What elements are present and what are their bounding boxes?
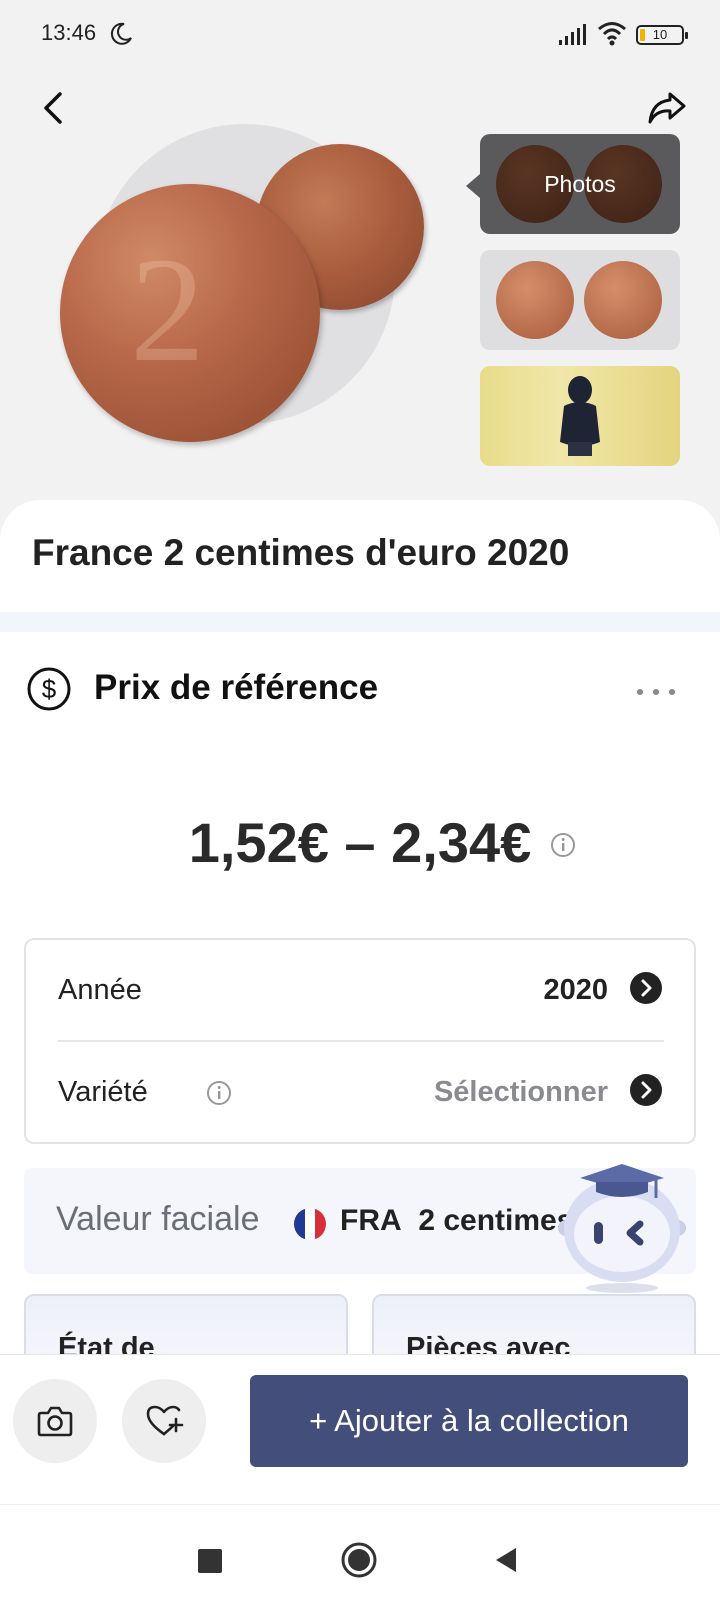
chevron-right-icon [630, 1074, 662, 1106]
status-bar: 13:46 10 [0, 0, 720, 70]
ai-assistant-mascot-icon[interactable] [556, 1158, 696, 1298]
bottom-action-bar: + Ajouter à la collection [0, 1354, 720, 1504]
face-value-label: Valeur faciale [56, 1200, 260, 1238]
system-nav-bar [0, 1504, 720, 1600]
section-divider [0, 612, 720, 632]
camera-icon [37, 1406, 73, 1437]
photos-label: Photos [544, 171, 616, 197]
camera-button[interactable] [13, 1379, 97, 1463]
wishlist-button[interactable] [122, 1379, 206, 1463]
coin-title: France 2 centimes d'euro 2020 [32, 532, 570, 573]
face-value-amount: 2 centimes [418, 1204, 574, 1237]
info-icon[interactable] [206, 1080, 232, 1106]
battery-level: 10 [652, 27, 668, 42]
coin-obverse-image: 2 [60, 184, 320, 442]
add-to-collection-button[interactable]: + Ajouter à la collection [250, 1375, 688, 1467]
reference-price-title: Prix de référence [94, 668, 379, 707]
variety-label: Variété [58, 1076, 148, 1108]
share-icon[interactable] [646, 88, 688, 128]
thumbnail-gallery: Photos [480, 134, 680, 482]
statue-image [560, 376, 600, 456]
year-value: 2020 [543, 974, 608, 1006]
variety-row[interactable]: Variété Sélectionner [58, 1042, 664, 1142]
home-icon[interactable] [340, 1541, 378, 1579]
chevron-right-icon [630, 972, 662, 1004]
dollar-circle-icon: $ [27, 667, 71, 711]
svg-text:$: $ [42, 674, 57, 704]
face-value-country: FRA [340, 1204, 402, 1237]
thumbnail-photos[interactable]: Photos [480, 134, 680, 234]
thumbnail-reference-coins[interactable] [480, 250, 680, 350]
year-row[interactable]: Année 2020 [58, 940, 664, 1040]
france-flag-icon [294, 1208, 326, 1240]
recent-apps-icon[interactable] [198, 1549, 222, 1573]
battery-icon: 10 [636, 25, 688, 45]
coin-hero-image[interactable]: 2 [0, 120, 470, 450]
thumb-pointer [466, 174, 480, 198]
signal-icon [559, 24, 586, 45]
face-value: FRA 2 centimes [340, 1204, 573, 1238]
nav-back-icon[interactable] [492, 1545, 520, 1575]
price-range: 1,52€ – 2,34€ [188, 811, 532, 874]
more-options-icon[interactable] [634, 686, 678, 698]
info-icon[interactable] [550, 832, 576, 858]
wifi-icon [598, 22, 626, 46]
details-card: Année 2020 Variété Sélectionner [24, 938, 696, 1144]
heart-plus-icon [146, 1405, 184, 1436]
moon-icon [110, 22, 132, 45]
status-time: 13:46 [41, 20, 97, 45]
variety-value: Sélectionner [433, 1076, 608, 1108]
year-label: Année [58, 974, 142, 1006]
thumbnail-statue[interactable] [480, 366, 680, 466]
